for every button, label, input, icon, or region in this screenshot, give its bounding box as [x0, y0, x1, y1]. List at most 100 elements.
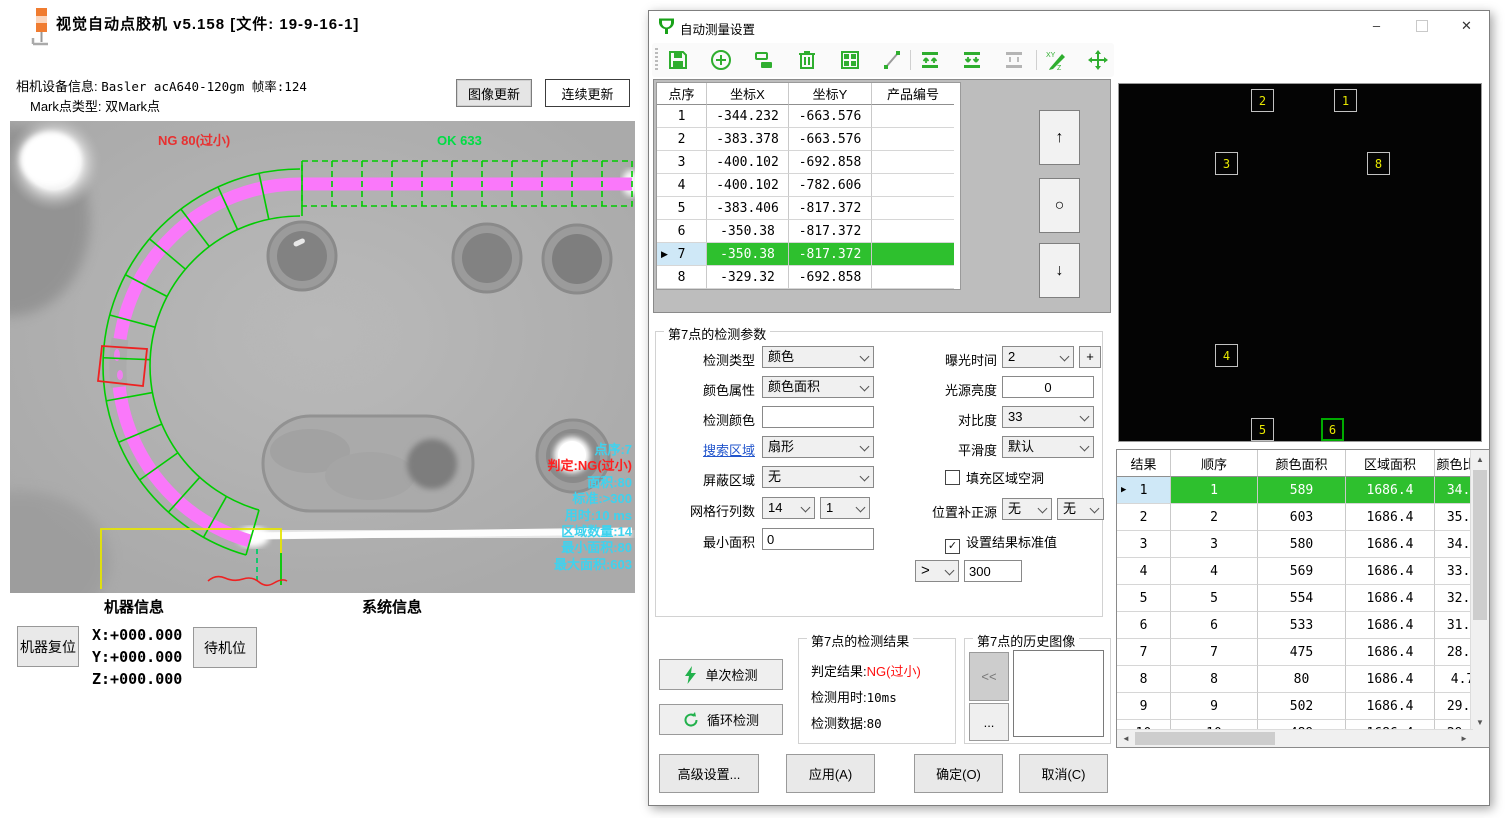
mask-area-dropdown[interactable]: 无	[762, 466, 874, 488]
goto-point-button[interactable]: ○	[1039, 178, 1080, 233]
points-table-row[interactable]: 2-383.378-663.576	[657, 128, 960, 151]
standby-position-button[interactable]: 待机位	[193, 627, 257, 668]
grid-rows-dropdown[interactable]: 14	[762, 497, 815, 519]
points-table-row[interactable]: ▶7-350.38-817.372	[657, 243, 960, 266]
col-header[interactable]: 产品编号	[872, 83, 954, 105]
ok-button[interactable]: 确定(O)	[914, 754, 1003, 793]
image-update-button[interactable]: 图像更新	[456, 79, 532, 107]
results-table-row[interactable]: 774751686.428.2	[1117, 639, 1490, 666]
checkbox-icon[interactable]	[945, 470, 960, 485]
horizontal-scrollbar[interactable]: ◄ ►	[1117, 729, 1473, 747]
advanced-settings-button[interactable]: 高级设置...	[659, 754, 759, 793]
machine-reset-button[interactable]: 机器复位	[17, 626, 79, 667]
history-more-button[interactable]: ...	[969, 703, 1009, 741]
points-table-row[interactable]: 8-329.32-692.858	[657, 266, 960, 289]
search-area-link[interactable]: 搜索区域	[675, 440, 755, 459]
std-value-checkbox[interactable]: ✓设置结果标准值	[945, 532, 1057, 554]
std-value-input[interactable]	[964, 560, 1022, 582]
move-point-up-button[interactable]: ↑	[1039, 110, 1080, 165]
points-table-row[interactable]: 5-383.406-817.372	[657, 197, 960, 220]
detect-type-dropdown[interactable]: 颜色	[762, 346, 874, 368]
scroll-up-icon[interactable]: ▲	[1471, 452, 1489, 466]
detect-color-input[interactable]	[762, 406, 874, 428]
scroll-thumb[interactable]	[1473, 470, 1487, 620]
loop-test-button[interactable]: 循环检测	[659, 704, 783, 735]
row-header[interactable]: 3	[1117, 531, 1171, 558]
col-header[interactable]: 坐标X	[707, 83, 789, 105]
grid-icon[interactable]	[838, 48, 862, 72]
results-table-row[interactable]: 88801686.44.7	[1117, 666, 1490, 693]
align-middle-disabled-icon[interactable]	[1002, 48, 1026, 72]
grid-cols-dropdown[interactable]: 1	[820, 497, 870, 519]
col-header[interactable]: 顺序	[1171, 450, 1258, 477]
preview-point-box[interactable]: 1	[1334, 89, 1357, 112]
add-point-icon[interactable]	[709, 48, 733, 72]
row-header[interactable]: 1	[657, 105, 707, 128]
preview-point-box[interactable]: 5	[1251, 418, 1274, 441]
scroll-down-icon[interactable]: ▼	[1471, 715, 1489, 729]
pos-comp-dropdown-2[interactable]: 无	[1057, 498, 1104, 520]
search-area-dropdown[interactable]: 扇形	[762, 436, 874, 458]
col-header[interactable]: 坐标Y	[789, 83, 872, 105]
history-back-button[interactable]: <<	[969, 652, 1009, 701]
close-button[interactable]: ✕	[1444, 11, 1489, 40]
cancel-button[interactable]: 取消(C)	[1019, 754, 1108, 793]
preview-point-box[interactable]: 4	[1215, 344, 1238, 367]
align-bottom-icon[interactable]	[960, 48, 984, 72]
row-header[interactable]: 6	[657, 220, 707, 243]
results-table-row[interactable]: 226031686.435.8	[1117, 504, 1490, 531]
results-table-row[interactable]: ▶115891686.434.9	[1117, 477, 1490, 504]
row-header[interactable]: 9	[1117, 693, 1171, 720]
scroll-left-icon[interactable]: ◄	[1119, 730, 1133, 747]
continuous-update-button[interactable]: 连续更新	[545, 79, 630, 107]
light-input[interactable]	[1002, 376, 1094, 398]
row-header[interactable]: 3	[657, 151, 707, 174]
minimize-button[interactable]: –	[1354, 11, 1399, 40]
results-table-row[interactable]: 665331686.431.6	[1117, 612, 1490, 639]
preview-point-box[interactable]: 6	[1321, 418, 1344, 441]
duplicate-icon[interactable]	[752, 48, 776, 72]
row-header[interactable]: 4	[657, 174, 707, 197]
col-header[interactable]: 结果	[1117, 450, 1171, 477]
maximize-button[interactable]	[1399, 11, 1444, 40]
smooth-dropdown[interactable]: 默认	[1002, 436, 1094, 458]
col-header[interactable]: 区域面积	[1346, 450, 1435, 477]
col-header[interactable]: 颜色面积	[1258, 450, 1346, 477]
results-table-row[interactable]: 335801686.434.4	[1117, 531, 1490, 558]
align-top-icon[interactable]	[918, 48, 942, 72]
points-table-row[interactable]: 1-344.232-663.576	[657, 105, 960, 128]
row-header[interactable]: 4	[1117, 558, 1171, 585]
row-header[interactable]: 8	[1117, 666, 1171, 693]
single-test-button[interactable]: 单次检测	[659, 659, 783, 690]
dialog-titlebar[interactable]: 自动测量设置 – ✕	[649, 11, 1489, 41]
apply-button[interactable]: 应用(A)	[786, 754, 875, 793]
checkbox-icon[interactable]: ✓	[945, 539, 960, 554]
scroll-thumb[interactable]	[1135, 732, 1275, 745]
fill-holes-checkbox[interactable]: 填充区域空洞	[945, 468, 1044, 487]
results-table-row[interactable]: 445691686.433.7	[1117, 558, 1490, 585]
row-header[interactable]: 2	[1117, 504, 1171, 531]
row-header[interactable]: 8	[657, 266, 707, 289]
results-table-row[interactable]: 555541686.432.9	[1117, 585, 1490, 612]
exposure-plus-button[interactable]: +	[1079, 346, 1101, 368]
row-header[interactable]: 5	[1117, 585, 1171, 612]
points-table-row[interactable]: 3-400.102-692.858	[657, 151, 960, 174]
row-header[interactable]: 5	[657, 197, 707, 220]
pos-comp-dropdown-1[interactable]: 无	[1002, 498, 1052, 520]
vertical-scrollbar[interactable]: ▲ ▼	[1470, 450, 1489, 731]
results-table-row[interactable]: 995021686.429.8	[1117, 693, 1490, 720]
camera-view[interactable]: NG 80(过小) OK 633 点序:7判定:NG(过小)面积:80标准:>3…	[10, 121, 635, 593]
row-header[interactable]: ▶1	[1117, 477, 1171, 504]
save-icon[interactable]	[666, 48, 690, 72]
col-header[interactable]: 点序	[657, 83, 707, 105]
row-header[interactable]: 7	[1117, 639, 1171, 666]
min-area-input[interactable]	[762, 528, 874, 550]
scroll-right-icon[interactable]: ►	[1457, 730, 1471, 747]
toolbar-grip[interactable]	[655, 48, 658, 72]
points-preview-canvas[interactable]: 2138456	[1118, 83, 1482, 442]
row-header[interactable]: 2	[657, 128, 707, 151]
row-header[interactable]: 6	[1117, 612, 1171, 639]
exposure-dropdown[interactable]: 2	[1002, 346, 1074, 368]
preview-point-box[interactable]: 2	[1251, 89, 1274, 112]
comparator-dropdown[interactable]: >	[915, 560, 959, 582]
